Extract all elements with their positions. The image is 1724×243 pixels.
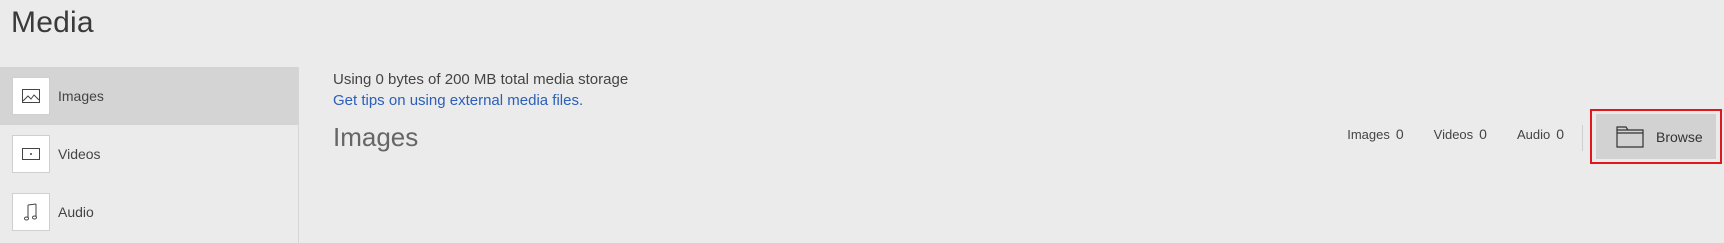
count-label: Videos — [1433, 127, 1474, 142]
sidebar-item-label: Videos — [58, 146, 101, 162]
images-count: Images 0 — [1347, 126, 1403, 142]
media-counts: Images 0 Videos 0 Audio 0 — [1317, 126, 1564, 142]
sidebar-item-label: Audio — [58, 204, 94, 220]
image-icon — [12, 77, 50, 115]
videos-count: Videos 0 — [1434, 126, 1487, 142]
video-icon — [12, 135, 50, 173]
count-label: Images — [1347, 127, 1390, 142]
divider — [1582, 125, 1583, 151]
count-value: 0 — [1479, 126, 1487, 142]
media-sidebar: Images Videos Audio — [0, 67, 299, 243]
storage-usage-text: Using 0 bytes of 200 MB total media stor… — [333, 71, 629, 88]
count-value: 0 — [1556, 126, 1564, 142]
count-value: 0 — [1395, 126, 1404, 142]
page-title: Media — [11, 6, 94, 39]
section-title: Images — [333, 122, 419, 152]
sidebar-item-audio[interactable]: Audio — [0, 183, 298, 241]
external-media-tips-link[interactable]: Get tips on using external media files. — [333, 90, 583, 112]
audio-count: Audio 0 — [1517, 126, 1564, 142]
music-note-icon — [12, 193, 50, 231]
media-info: Using 0 bytes of 200 MB total media stor… — [333, 70, 1724, 112]
folder-icon — [1616, 125, 1644, 148]
sidebar-item-label: Images — [58, 88, 104, 104]
browse-button-label: Browse — [1656, 128, 1703, 145]
sidebar-item-images[interactable]: Images — [0, 67, 298, 125]
browse-button[interactable]: Browse — [1596, 114, 1716, 159]
sidebar-item-videos[interactable]: Videos — [0, 125, 298, 183]
count-label: Audio — [1516, 127, 1551, 142]
